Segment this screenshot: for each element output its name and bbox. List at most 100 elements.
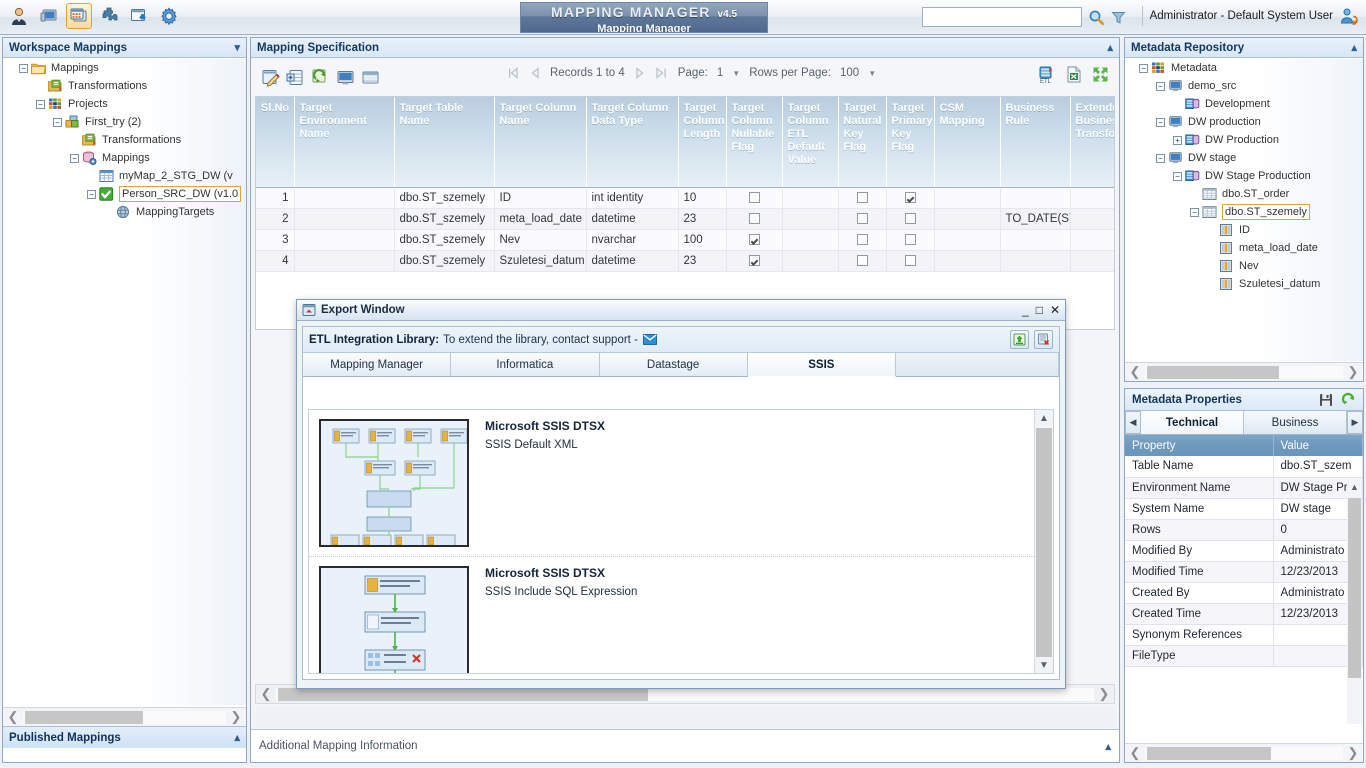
- properties-hscrollbar[interactable]: ❮ ❯: [1125, 743, 1363, 762]
- tree-node[interactable]: − Person_SRC_DW (v1.0: [3, 185, 246, 203]
- additional-mapping-information-bar[interactable]: Additional Mapping Information ▴: [251, 729, 1119, 762]
- scroll-left-icon[interactable]: ❮: [1125, 745, 1145, 761]
- tree-toggle-minus-icon[interactable]: −: [1173, 171, 1182, 181]
- tree-node[interactable]: − Mappings: [3, 149, 246, 167]
- tab-ssis[interactable]: SSIS: [747, 353, 896, 377]
- checkbox-cell[interactable]: [904, 254, 916, 266]
- expand-icon[interactable]: [1092, 66, 1109, 83]
- tree-node[interactable]: − DW Stage Production: [1125, 167, 1363, 185]
- checkbox-cell[interactable]: [748, 212, 760, 224]
- etl-export-icon[interactable]: ETL: [1038, 65, 1057, 84]
- chevron-up-icon[interactable]: ▴: [234, 731, 240, 744]
- checkbox-cell[interactable]: [904, 233, 916, 245]
- tree-node[interactable]: − DW stage: [1125, 149, 1363, 167]
- user-settings-icon[interactable]: [1340, 7, 1358, 25]
- tree-toggle-minus-icon[interactable]: −: [53, 117, 62, 127]
- checkbox-cell[interactable]: [904, 191, 916, 203]
- properties-vscrollbar[interactable]: ▲: [1347, 482, 1362, 724]
- search-icon[interactable]: [1088, 9, 1105, 26]
- tab-technical[interactable]: Technical: [1141, 411, 1244, 434]
- grid-col-1[interactable]: Target Environment Name: [294, 97, 395, 188]
- tree-node[interactable]: − Projects: [3, 95, 246, 113]
- first-page-button[interactable]: [506, 67, 520, 79]
- grid-col-12[interactable]: Extended Business Transform: [1070, 97, 1114, 188]
- tree-node[interactable]: − DW production: [1125, 113, 1363, 131]
- mapping-grid[interactable]: Sl.No Target Environment Name Target Table…: [255, 96, 1115, 330]
- table-row[interactable]: 3 dbo.ST_szemely Nev nvarchar 100: [256, 229, 1114, 251]
- grid-col-5[interactable]: Target Column Length: [678, 97, 727, 188]
- tree-node[interactable]: Development: [1125, 95, 1363, 113]
- mapping-window-icon[interactable]: [66, 3, 92, 29]
- tab-mapping-manager[interactable]: Mapping Manager: [303, 353, 452, 376]
- insert-row-icon[interactable]: [284, 66, 306, 88]
- list-item[interactable]: Microsoft SSIS DTSX SSIS Default XML: [309, 410, 1034, 557]
- export-window-titlebar[interactable]: Export Window _ □ ✕: [297, 300, 1065, 321]
- properties-row[interactable]: System Name DW stage: [1125, 498, 1363, 520]
- scroll-right-icon[interactable]: ❯: [1343, 745, 1363, 761]
- tree-node[interactable]: Nev: [1125, 257, 1363, 275]
- cancel-export-icon[interactable]: [1034, 330, 1053, 349]
- grid-col-4[interactable]: Target Column Data Type: [586, 97, 679, 188]
- refresh-icon[interactable]: [309, 66, 331, 88]
- tree-node[interactable]: ID: [1125, 221, 1363, 239]
- tree-toggle-plus-icon[interactable]: +: [1173, 135, 1182, 145]
- next-page-button[interactable]: [634, 67, 646, 79]
- email-icon[interactable]: [642, 334, 657, 345]
- grid-col-3[interactable]: Target Column Name: [494, 97, 587, 188]
- export-list-vscrollbar[interactable]: ▲ ▼: [1034, 410, 1053, 673]
- scroll-track[interactable]: [23, 710, 226, 724]
- import-window-icon[interactable]: [126, 3, 152, 29]
- scroll-left-icon[interactable]: ❮: [3, 709, 23, 725]
- search-input[interactable]: [922, 7, 1082, 27]
- properties-row[interactable]: Created By Administrato: [1125, 582, 1363, 604]
- grid-col-10[interactable]: CSM Mapping: [934, 97, 1001, 188]
- scroll-thumb[interactable]: [1036, 428, 1052, 663]
- grid-col-0[interactable]: Sl.No: [256, 97, 295, 188]
- table-row[interactable]: 4 dbo.ST_szemely Szuletesi_datum datetim…: [256, 250, 1114, 272]
- tree-node[interactable]: − Mappings: [3, 59, 246, 77]
- tree-node[interactable]: myMap_2_STG_DW (v: [3, 167, 246, 185]
- grid-col-9[interactable]: Target Primary Key Flag: [886, 97, 935, 188]
- chevron-up-icon[interactable]: ▴: [1351, 41, 1357, 54]
- checkbox-cell[interactable]: [856, 212, 868, 224]
- grid-col-8[interactable]: Target Natural Key Flag: [838, 97, 887, 188]
- scroll-right-icon[interactable]: ❯: [226, 709, 246, 725]
- tree-toggle-minus-icon[interactable]: −: [1156, 81, 1165, 91]
- export-template-list[interactable]: Microsoft SSIS DTSX SSIS Default XML Mic…: [308, 409, 1054, 674]
- tree-node[interactable]: − demo_src: [1125, 77, 1363, 95]
- tree-toggle-minus-icon[interactable]: −: [87, 189, 96, 199]
- scroll-thumb[interactable]: [1147, 746, 1271, 760]
- checkbox-cell[interactable]: [748, 254, 760, 266]
- tab-informatica[interactable]: Informatica: [451, 353, 600, 376]
- gear-icon[interactable]: [156, 3, 182, 29]
- tree-toggle-minus-icon[interactable]: −: [70, 153, 79, 163]
- maximize-icon[interactable]: □: [1036, 303, 1043, 317]
- checkbox-cell[interactable]: [856, 254, 868, 266]
- scroll-thumb[interactable]: [25, 710, 143, 724]
- grid-col-2[interactable]: Target Table Name: [394, 97, 495, 188]
- tree-toggle-minus-icon[interactable]: −: [19, 63, 28, 73]
- properties-row[interactable]: Modified By Administrato: [1125, 540, 1363, 562]
- tab-business[interactable]: Business: [1244, 411, 1347, 434]
- properties-row[interactable]: Synonym References: [1125, 624, 1363, 646]
- prev-page-button[interactable]: [529, 67, 541, 79]
- tree-node[interactable]: Transformations: [3, 131, 246, 149]
- scroll-right-icon[interactable]: ❯: [1094, 686, 1114, 702]
- grid-col-6[interactable]: Target Column Nullable Flag: [726, 97, 783, 188]
- chevron-down-icon[interactable]: ▾: [234, 41, 240, 54]
- save-icon[interactable]: [1319, 393, 1333, 407]
- tree-node[interactable]: meta_load_date: [1125, 239, 1363, 257]
- scroll-up-icon[interactable]: ▲: [1035, 410, 1053, 426]
- checkbox-cell[interactable]: [856, 233, 868, 245]
- tree-node[interactable]: + DW Production: [1125, 131, 1363, 149]
- refresh-icon[interactable]: [1341, 392, 1356, 407]
- tree-toggle-minus-icon[interactable]: −: [1156, 153, 1165, 163]
- last-page-button[interactable]: [655, 67, 669, 79]
- properties-row[interactable]: Table Name dbo.ST_szem: [1125, 456, 1363, 478]
- tree-node[interactable]: dbo.ST_order: [1125, 185, 1363, 203]
- properties-row[interactable]: Environment Name DW Stage Pr: [1125, 477, 1363, 499]
- list-item[interactable]: Microsoft SSIS DTSX SSIS Include SQL Exp…: [309, 557, 1034, 673]
- list-icon[interactable]: [359, 66, 381, 88]
- user-icon[interactable]: [6, 3, 32, 29]
- tree-node[interactable]: − First_try (2): [3, 113, 246, 131]
